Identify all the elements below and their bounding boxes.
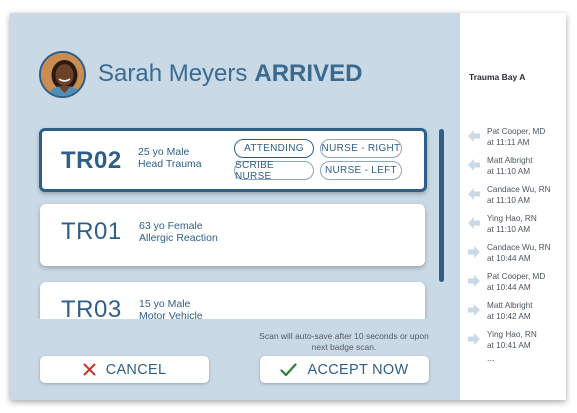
patient-condition: Allergic Reaction — [139, 232, 218, 244]
patient-age-sex: 25 yo Male — [138, 146, 190, 158]
room-list[interactable]: TR02 25 yo Male Head Trauma ATTENDING NU… — [10, 118, 460, 319]
log-entry-time: at 10:42 AM — [487, 311, 531, 321]
log-entry: Pat Cooper, MD at 11:11 AM — [468, 127, 566, 149]
log-entry-text: Matt Albright at 10:42 AM — [487, 301, 533, 322]
close-icon — [83, 363, 96, 376]
log-entry-text: Ying Hao, RN at 11:10 AM — [487, 214, 537, 235]
activity-panel: Trauma Bay A Pat Cooper, MD at 11:11 AM Ma… — [460, 13, 566, 400]
log-entry-time: at 11:11 AM — [487, 137, 530, 147]
log-entry-text: Candace Wu, RN at 11:10 AM — [487, 185, 551, 206]
log-entry: Ying Hao, RN at 11:10 AM — [468, 214, 566, 236]
role-scribe-nurse[interactable]: SCRIBE NURSE — [234, 160, 314, 182]
cancel-label: CANCEL — [105, 361, 167, 378]
patient-condition: Head Trauma — [138, 158, 202, 170]
auto-save-note: Scan will auto-save after 10 seconds or … — [259, 331, 429, 352]
patient-summary: 15 yo Male Motor Vehicle — [139, 298, 203, 319]
log-entry-name: Candace Wu, RN — [487, 185, 551, 194]
log-entry-text: Ying Hao, RN at 10:41 AM — [487, 330, 537, 351]
log-entry-time: at 11:10 AM — [487, 224, 531, 234]
log-entry-name: Pat Cooper, MD — [487, 127, 546, 136]
log-entry: Candace Wu, RN at 11:10 AM — [468, 185, 566, 207]
patient-age-sex: 15 yo Male — [139, 298, 191, 310]
patient-age-sex: 63 yo Female — [139, 220, 203, 232]
log-entry-text: Pat Cooper, MD at 11:11 AM — [487, 127, 545, 148]
room-card-tr03[interactable]: TR03 15 yo Male Motor Vehicle — [40, 282, 425, 319]
log-entry-time: at 10:44 AM — [487, 282, 531, 292]
log-entry-name: Ying Hao, RN — [487, 214, 537, 223]
log-entry-time: at 11:10 AM — [487, 166, 531, 176]
log-entry: Pat Cooper, MD at 10:44 AM — [468, 272, 566, 294]
room-card-tr01[interactable]: TR01 63 yo Female Allergic Reaction — [40, 204, 425, 266]
room-id: TR01 — [61, 218, 122, 245]
log-entry-time: at 10:44 AM — [487, 253, 531, 263]
scrollbar[interactable] — [439, 129, 444, 282]
arrow-right-icon — [468, 274, 480, 292]
badge-scan-screen: Sarah Meyers ARRIVED TR02 25 yo Male Hea… — [10, 13, 566, 400]
accept-label: ACCEPT NOW — [307, 361, 409, 378]
arrow-left-icon — [468, 158, 480, 176]
log-entry: Candace Wu, RN at 10:44 AM — [468, 243, 566, 265]
role-nurse-left[interactable]: NURSE - LEFT — [320, 161, 402, 180]
log-entry-text: Candace Wu, RN at 10:44 AM — [487, 243, 551, 264]
avatar — [39, 51, 86, 98]
log-entry: Ying Hao, RN at 10:41 AM — [468, 330, 566, 352]
log-entry: Matt Albright at 10:42 AM — [468, 301, 566, 323]
patient-summary: 63 yo Female Allergic Reaction — [139, 220, 218, 244]
panel-title: Trauma Bay A — [469, 72, 526, 82]
log-entry-time: at 11:10 AM — [487, 195, 531, 205]
log-entry-text: Matt Albright at 11:10 AM — [487, 156, 533, 177]
arrow-left-icon — [468, 129, 480, 147]
room-card-tr02[interactable]: TR02 25 yo Male Head Trauma ATTENDING NU… — [39, 128, 427, 192]
patient-condition: Motor Vehicle — [139, 310, 203, 319]
arrow-left-icon — [468, 216, 480, 234]
patient-summary: 25 yo Male Head Trauma — [138, 146, 202, 170]
arrow-left-icon — [468, 187, 480, 205]
log-entry-name: Matt Albright — [487, 301, 533, 310]
log-entry-name: Candace Wu, RN — [487, 243, 551, 252]
accept-now-button[interactable]: ACCEPT NOW — [260, 356, 429, 383]
room-id: TR03 — [61, 296, 122, 319]
patient-name: Sarah Meyers — [98, 60, 248, 87]
log-entry-text: Pat Cooper, MD at 10:44 AM — [487, 272, 545, 293]
role-attending[interactable]: ATTENDING — [234, 139, 314, 158]
log-entry: Matt Albright at 11:10 AM — [468, 156, 566, 178]
arrival-status: ARRIVED — [254, 60, 363, 87]
log-entry-name: Ying Hao, RN — [487, 330, 537, 339]
arrow-right-icon — [468, 303, 480, 321]
more-indicator: ... — [487, 353, 495, 363]
arrow-right-icon — [468, 245, 480, 263]
log-entry-time: at 10:41 AM — [487, 340, 531, 350]
page-title: Sarah Meyers ARRIVED — [98, 58, 362, 90]
log-entry-name: Matt Albright — [487, 156, 533, 165]
log-entry-name: Pat Cooper, MD — [487, 272, 546, 281]
room-id: TR02 — [61, 147, 122, 174]
cancel-button[interactable]: CANCEL — [40, 356, 209, 383]
role-nurse-right[interactable]: NURSE - RIGHT — [320, 139, 402, 158]
arrow-right-icon — [468, 332, 480, 350]
checkmark-icon — [280, 362, 298, 377]
